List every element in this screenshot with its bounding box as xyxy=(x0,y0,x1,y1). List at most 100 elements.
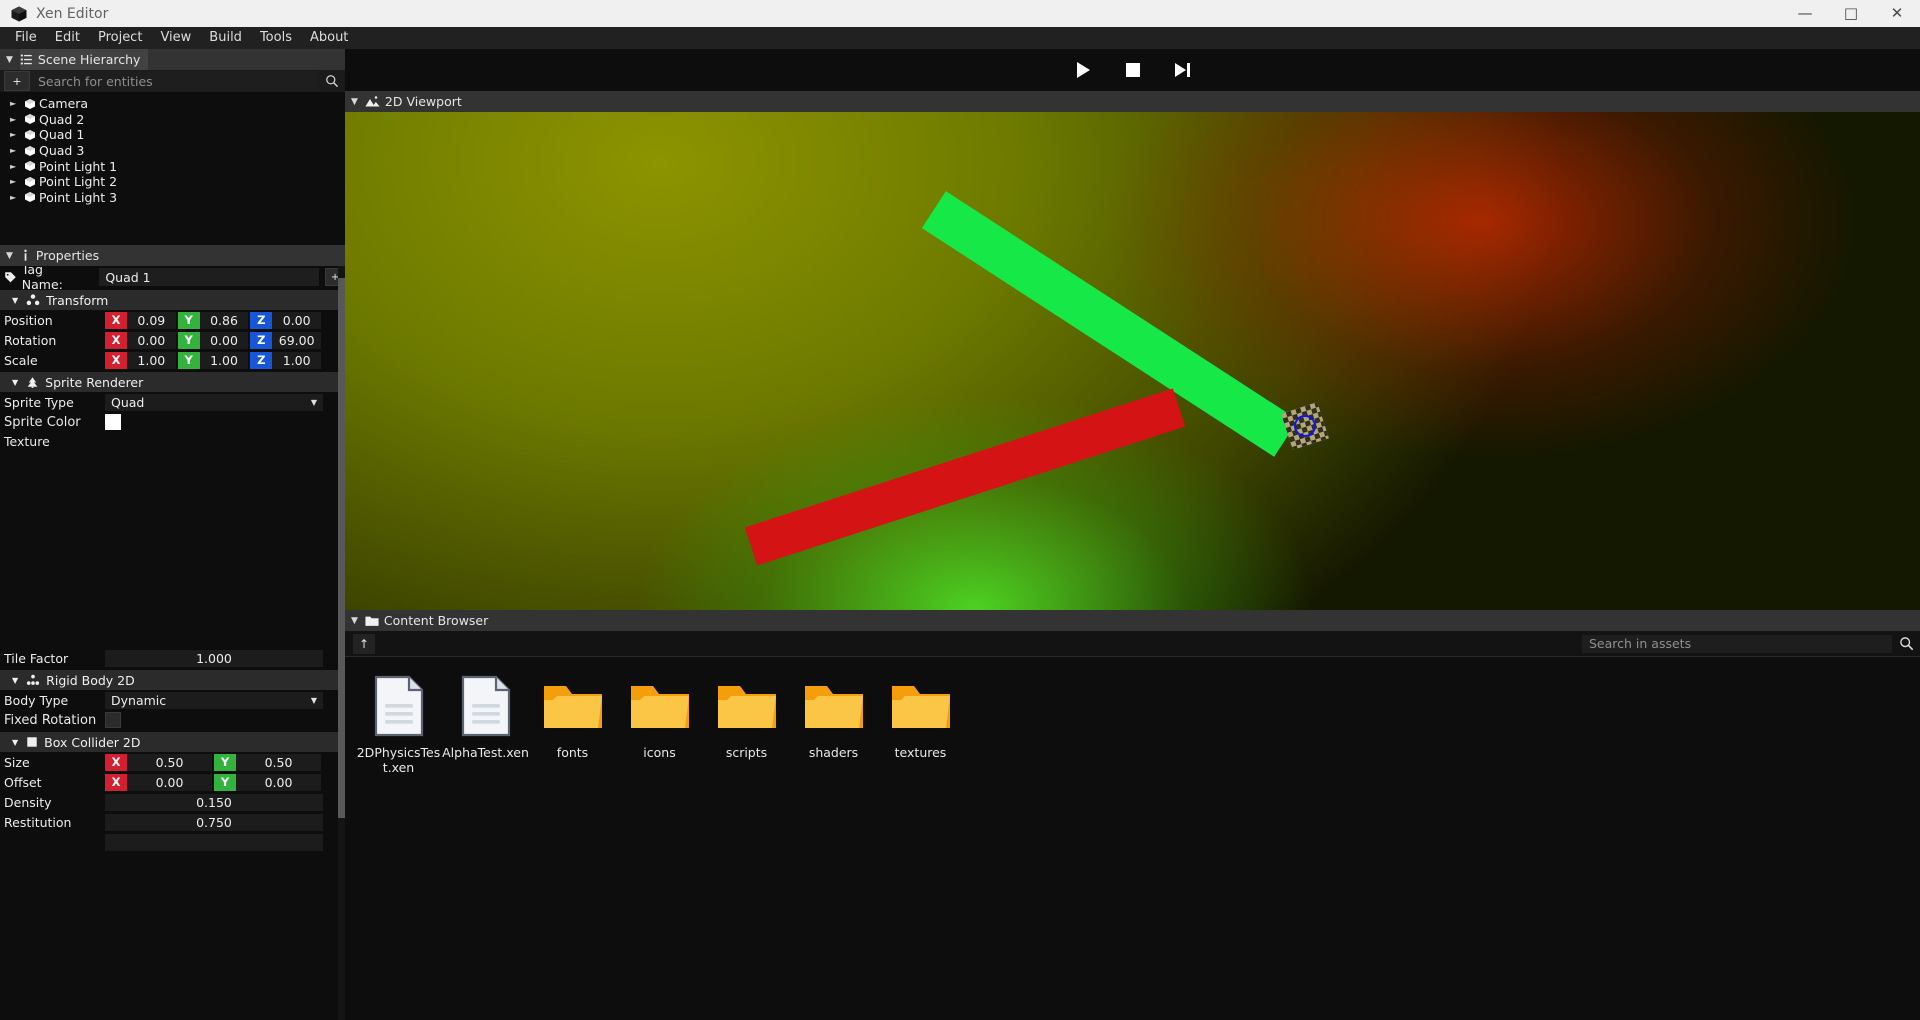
tree-item-camera[interactable]: ► Camera xyxy=(0,96,345,112)
expand-arrow-icon[interactable]: ► xyxy=(10,115,24,124)
rotation-z-input[interactable]: 69.00 xyxy=(272,331,322,349)
scale-z-input[interactable]: 1.00 xyxy=(272,351,322,369)
search-icon[interactable] xyxy=(319,74,345,88)
tile-factor-input[interactable]: 1.000 xyxy=(105,649,323,667)
position-z-input[interactable]: 0.00 xyxy=(272,311,322,329)
position-y-input[interactable]: 0.86 xyxy=(199,311,249,329)
red-quad[interactable] xyxy=(744,388,1186,566)
properties-header[interactable]: ▼ Properties xyxy=(0,245,345,266)
offset-x-input[interactable]: 0.00 xyxy=(127,773,212,791)
box-collider-2d-component-header[interactable]: ▼ Box Collider 2D xyxy=(0,732,345,752)
collapse-caret-icon[interactable]: ▼ xyxy=(351,616,358,626)
asset-item[interactable]: 2DPhysicsTest.xen xyxy=(355,675,442,775)
menu-file[interactable]: File xyxy=(6,27,46,49)
sprite-color-swatch[interactable] xyxy=(105,414,121,430)
asset-item[interactable]: scripts xyxy=(703,675,790,760)
collapse-caret-icon[interactable]: ▼ xyxy=(12,676,18,685)
asset-label: textures xyxy=(894,745,947,760)
stop-button[interactable] xyxy=(1119,57,1147,83)
collapse-caret-icon[interactable]: ▼ xyxy=(6,251,13,261)
size-label: Size xyxy=(4,754,30,770)
sprite-renderer-component-header[interactable]: ▼ Sprite Renderer xyxy=(0,372,345,392)
navigate-up-button[interactable]: ↑ xyxy=(353,633,375,654)
maximize-button[interactable]: □ xyxy=(1828,0,1874,27)
cube-icon xyxy=(24,176,39,188)
cube-icon xyxy=(24,145,39,157)
close-button[interactable]: ✕ xyxy=(1874,0,1920,27)
minimize-button[interactable]: — xyxy=(1782,0,1828,27)
tree-item-quad-3[interactable]: ► Quad 3 xyxy=(0,143,345,159)
chevron-down-icon[interactable]: ▼ xyxy=(311,398,317,407)
offset-y-input[interactable]: 0.00 xyxy=(236,773,321,791)
scale-x-input[interactable]: 1.00 xyxy=(127,351,176,369)
density-input[interactable]: 0.150 xyxy=(105,793,323,811)
collapse-caret-icon[interactable]: ▼ xyxy=(351,97,358,107)
rotation-x-input[interactable]: 0.00 xyxy=(127,331,176,349)
rigid-body-2d-component-header[interactable]: ▼ Rigid Body 2D xyxy=(0,670,345,690)
expand-arrow-icon[interactable]: ► xyxy=(10,130,24,139)
size-x-input[interactable]: 0.50 xyxy=(127,753,212,771)
asset-item[interactable]: fonts xyxy=(529,675,616,760)
transform-position-row: Position X 0.09 Y 0.86 Z 0.00 xyxy=(0,310,345,330)
tree-item-label: Quad 1 xyxy=(39,127,85,143)
expand-arrow-icon[interactable]: ► xyxy=(10,162,24,171)
asset-item[interactable]: icons xyxy=(616,675,703,760)
expand-arrow-icon[interactable]: ► xyxy=(10,193,24,202)
collapse-caret-icon[interactable]: ▼ xyxy=(12,378,18,387)
expand-arrow-icon[interactable]: ► xyxy=(10,146,24,155)
transform-component-header[interactable]: ▼ Transform xyxy=(0,290,345,310)
file-icon xyxy=(365,675,433,737)
tag-name-input[interactable]: Quad 1 xyxy=(99,268,320,286)
collider-density-row: Density 0.150 xyxy=(0,792,345,812)
asset-item[interactable]: textures xyxy=(877,675,964,760)
size-y-input[interactable]: 0.50 xyxy=(236,753,321,771)
tree-item-quad-1[interactable]: ► Quad 1 xyxy=(0,127,345,143)
expand-arrow-icon[interactable]: ► xyxy=(10,177,24,186)
rotation-label: Rotation xyxy=(4,332,57,348)
restitution-input[interactable]: 0.750 xyxy=(105,813,323,831)
collapse-caret-icon[interactable]: ▼ xyxy=(12,738,18,747)
chevron-down-icon[interactable]: ▼ xyxy=(311,696,317,705)
position-x-input[interactable]: 0.09 xyxy=(127,311,176,329)
collapse-caret-icon[interactable]: ▼ xyxy=(12,296,18,305)
tree-item-point-light-2[interactable]: ► Point Light 2 xyxy=(0,174,345,190)
menu-about[interactable]: About xyxy=(301,27,357,49)
asset-item[interactable]: AlphaTest.xen xyxy=(442,675,529,760)
menu-build[interactable]: Build xyxy=(200,27,251,49)
position-vector: X 0.09 Y 0.86 Z 0.00 xyxy=(105,311,323,329)
search-icon[interactable] xyxy=(1892,636,1920,651)
menu-project[interactable]: Project xyxy=(89,27,151,49)
scene-hierarchy-header[interactable]: ▼ Scene Hierarchy xyxy=(0,49,345,70)
menu-edit[interactable]: Edit xyxy=(46,27,89,49)
texture-preview[interactable] xyxy=(184,432,345,644)
collapse-caret-icon[interactable]: ▼ xyxy=(6,55,13,65)
scene-viewport[interactable] xyxy=(345,112,1920,610)
tree-item-quad-2[interactable]: ► Quad 2 xyxy=(0,112,345,128)
asset-search-input[interactable] xyxy=(1582,634,1892,653)
cube-icon xyxy=(8,3,30,25)
folder-icon xyxy=(539,675,607,737)
scene-hierarchy-tab[interactable]: Scene Hierarchy xyxy=(19,49,149,70)
add-entity-button[interactable]: + xyxy=(4,71,30,91)
asset-item[interactable]: shaders xyxy=(790,675,877,760)
menu-tools[interactable]: Tools xyxy=(251,27,301,49)
extra-input[interactable] xyxy=(105,833,323,851)
tree-item-point-light-1[interactable]: ► Point Light 1 xyxy=(0,158,345,174)
rotation-y-input[interactable]: 0.00 xyxy=(199,331,249,349)
search-input[interactable] xyxy=(30,71,319,91)
viewport-header[interactable]: ▼ 2D Viewport xyxy=(345,91,1920,112)
menu-view[interactable]: View xyxy=(151,27,200,49)
expand-arrow-icon[interactable]: ► xyxy=(10,99,24,108)
scale-y-input[interactable]: 1.00 xyxy=(199,351,249,369)
content-browser-header[interactable]: ▼ Content Browser xyxy=(345,610,1920,631)
body-type-select[interactable]: Dynamic ▼ xyxy=(105,691,323,709)
tree-item-point-light-3[interactable]: ► Point Light 3 xyxy=(0,190,345,206)
play-button[interactable] xyxy=(1069,57,1097,83)
sprite-type-select[interactable]: Quad ▼ xyxy=(105,393,323,411)
properties-scrollbar-thumb[interactable] xyxy=(338,278,345,818)
axis-y-badge: Y xyxy=(177,351,200,369)
body-type-label: Body Type xyxy=(4,692,69,708)
step-button[interactable] xyxy=(1169,57,1197,83)
properties-scrollbar[interactable] xyxy=(338,266,345,1020)
fixed-rotation-checkbox[interactable] xyxy=(105,712,121,728)
